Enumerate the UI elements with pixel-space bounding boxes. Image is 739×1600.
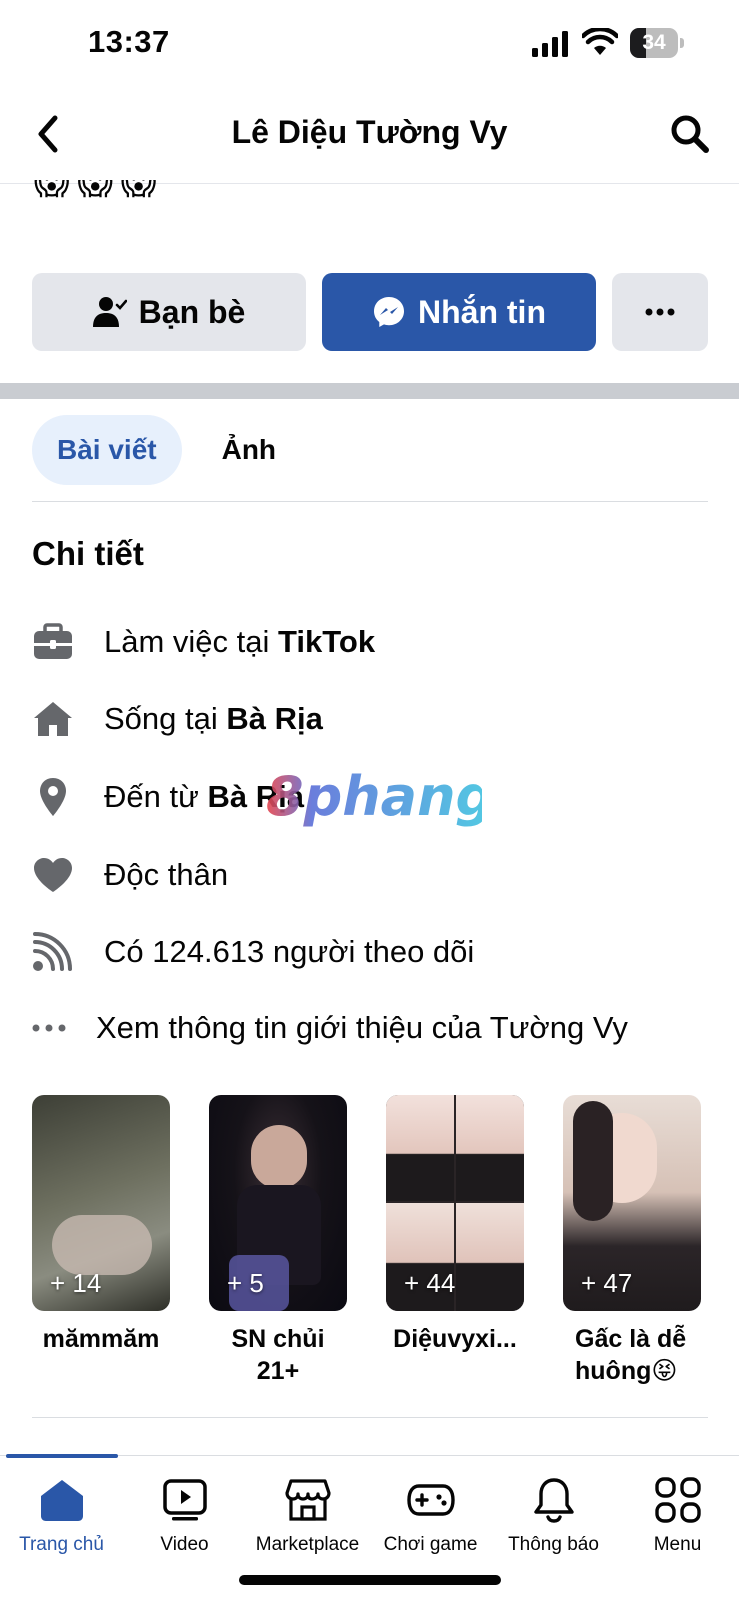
emoji: 😱	[77, 180, 113, 202]
nav-header: Lê Diệu Tường Vy	[0, 88, 739, 184]
search-icon	[671, 115, 709, 153]
tab-label: Thông báo	[508, 1534, 599, 1555]
rss-icon	[33, 932, 72, 971]
wifi-icon	[582, 28, 618, 55]
back-button[interactable]	[28, 110, 68, 158]
detail-prefix: Đến từ	[104, 779, 208, 814]
tab-marketplace[interactable]: Marketplace	[246, 1474, 369, 1564]
tab-label: Trang chủ	[19, 1534, 104, 1555]
gamepad-icon	[406, 1484, 455, 1516]
message-button[interactable]: Nhắn tin	[322, 273, 596, 351]
home-filled-icon	[40, 1480, 83, 1521]
tab-label: Menu	[653, 1534, 702, 1555]
highlight-label: Diệuvyxi...	[393, 1325, 517, 1353]
tab-label: Chơi game	[383, 1534, 478, 1555]
friends-button[interactable]: Bạn bè	[32, 273, 306, 351]
friend-check-icon	[92, 297, 127, 327]
emoji: 😱	[34, 180, 70, 202]
more-button[interactable]	[612, 273, 708, 351]
highlight-item[interactable]: + 47 Gấc là dễ huông😝	[563, 1095, 701, 1387]
details-title: Chi tiết	[32, 535, 144, 572]
more-dots-icon	[32, 1024, 66, 1032]
heart-icon	[34, 858, 72, 892]
video-icon	[162, 1479, 207, 1521]
detail-prefix: Xem thông tin giới thiệu của Tường Vy	[96, 1010, 628, 1045]
highlight-label: SN chủi 21+	[231, 1325, 325, 1385]
highlight-label: Gấc là dễ huông😝	[575, 1325, 687, 1385]
detail-prefix: Có 124.613 người theo dõi	[104, 934, 475, 969]
tabs-divider	[32, 501, 708, 502]
detail-value[interactable]: Bà Rịa	[226, 701, 322, 736]
active-tab-indicator	[6, 1454, 118, 1458]
detail-prefix: Độc thân	[104, 857, 229, 892]
location-pin-icon	[40, 778, 66, 816]
marketplace-icon	[284, 1479, 331, 1521]
tab-label: Marketplace	[255, 1534, 360, 1555]
battery-icon: 34	[630, 28, 684, 58]
section-divider	[0, 383, 739, 399]
highlight-cover: + 47	[563, 1095, 701, 1311]
friends-label: Bạn bè	[138, 293, 246, 330]
highlight-count: + 44	[404, 1268, 456, 1298]
highlight-count: + 47	[581, 1268, 633, 1298]
highlight-cover: + 5	[209, 1095, 347, 1311]
more-dots-icon	[645, 308, 675, 316]
detail-lives-in: Sống tại Bà Rịa	[32, 694, 712, 744]
briefcase-icon	[34, 623, 72, 659]
highlight-label: mămmăm	[42, 1325, 160, 1353]
detail-work: Làm việc tại TikTok	[32, 617, 712, 667]
highlight-count: + 5	[227, 1268, 264, 1298]
message-label: Nhắn tin	[418, 293, 546, 330]
status-time: 13:37	[88, 24, 170, 59]
chevron-left-icon	[38, 115, 58, 153]
cellular-signal-icon	[532, 31, 568, 57]
detail-prefix: Sống tại	[104, 701, 227, 736]
profile-tabs: Bài viết Ảnh	[32, 415, 301, 485]
page-title: Lê Diệu Tường Vy	[231, 114, 508, 150]
content-divider	[32, 1417, 708, 1418]
tab-menu[interactable]: Menu	[616, 1474, 739, 1564]
highlight-item[interactable]: + 14 mămmăm	[32, 1095, 170, 1355]
tab-photos[interactable]: Ảnh	[197, 415, 301, 485]
tab-gaming[interactable]: Chơi game	[369, 1474, 492, 1564]
tab-notifications[interactable]: Thông báo	[492, 1474, 615, 1564]
home-indicator	[239, 1575, 501, 1585]
messenger-icon	[374, 297, 404, 327]
emoji: 😱	[120, 180, 157, 202]
bell-icon	[533, 1478, 574, 1523]
detail-followers[interactable]: Có 124.613 người theo dõi	[32, 927, 712, 977]
home-icon	[34, 702, 72, 736]
tab-posts[interactable]: Bài viết	[32, 415, 182, 485]
bio-emojis: 😱 😱 😱	[34, 180, 156, 220]
see-about-info-link[interactable]: Xem thông tin giới thiệu của Tường Vy	[32, 1003, 712, 1053]
status-bar: 13:37 34	[0, 0, 739, 88]
tab-video[interactable]: Video	[123, 1474, 246, 1564]
detail-relationship: Độc thân	[32, 850, 712, 900]
grid-menu-icon	[654, 1477, 701, 1523]
profile-actions: Bạn bè Nhắn tin	[32, 273, 708, 351]
search-button[interactable]	[666, 110, 714, 158]
detail-prefix: Làm việc tại	[104, 624, 279, 659]
highlight-count: + 14	[50, 1268, 102, 1298]
detail-from: Đến từ Bà Rịa	[32, 772, 712, 822]
tab-label: Video	[160, 1534, 209, 1555]
tab-home[interactable]: Trang chủ	[0, 1474, 123, 1564]
detail-value[interactable]: Bà Rịa	[207, 779, 303, 814]
highlight-cover: + 14	[32, 1095, 170, 1311]
story-highlights: + 14 mămmăm + 5 SN chủi 21+ + 44 Diệuvyx…	[32, 1095, 708, 1395]
highlight-cover: + 44	[386, 1095, 524, 1311]
highlight-item[interactable]: + 44 Diệuvyxi...	[386, 1095, 524, 1355]
detail-value[interactable]: TikTok	[278, 624, 375, 659]
highlight-item[interactable]: + 5 SN chủi 21+	[209, 1095, 347, 1387]
battery-level: 34	[642, 31, 666, 54]
